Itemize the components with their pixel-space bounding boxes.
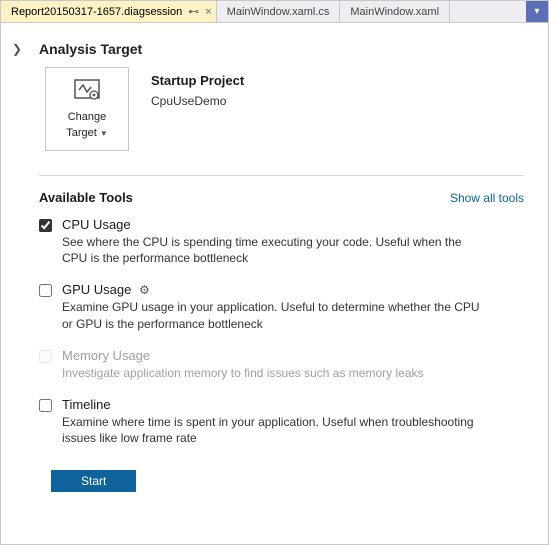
show-all-tools-link[interactable]: Show all tools: [450, 191, 524, 205]
gear-icon[interactable]: ⚙: [139, 283, 150, 297]
tool-item: GPU Usage ⚙ Examine GPU usage in your app…: [39, 282, 524, 331]
tool-item: Memory Usage Investigate application memo…: [39, 348, 524, 381]
tab-overflow-button[interactable]: ▾: [526, 1, 548, 22]
divider: [39, 175, 524, 176]
tool-desc: Investigate application memory to find i…: [62, 365, 424, 381]
change-target-button[interactable]: Change Target▼: [45, 67, 129, 151]
target-gear-icon: [74, 79, 100, 107]
startup-project-label: Startup Project: [151, 73, 244, 88]
content-pane: ❯ Analysis Target Change Target▼ Startup…: [1, 23, 548, 504]
start-button[interactable]: Start: [51, 470, 136, 492]
analysis-target-header: ❯ Analysis Target: [9, 41, 524, 57]
tool-desc: Examine GPU usage in your application. U…: [62, 299, 482, 331]
pin-icon[interactable]: ⊷: [188, 5, 199, 18]
tab-label: Report20150317-1657.diagsession: [11, 6, 182, 18]
tab-label: MainWindow.xaml.cs: [227, 6, 330, 18]
tool-item: Timeline Examine where time is spent in y…: [39, 397, 524, 446]
tool-name: Timeline: [62, 397, 482, 412]
tab-item-2[interactable]: MainWindow.xaml: [340, 1, 450, 22]
tab-bar: Report20150317-1657.diagsession ⊷ × Main…: [1, 1, 548, 23]
change-target-label2: Target▼: [66, 127, 108, 139]
tool-name: Memory Usage: [62, 348, 424, 363]
close-icon[interactable]: ×: [205, 6, 211, 18]
chevron-right-icon[interactable]: ❯: [9, 42, 25, 56]
target-info: Startup Project CpuUseDemo: [151, 67, 244, 151]
tool-checkbox[interactable]: [39, 284, 52, 297]
tab-item-1[interactable]: MainWindow.xaml.cs: [217, 1, 341, 22]
tool-checkbox[interactable]: [39, 399, 52, 412]
tool-name: GPU Usage ⚙: [62, 282, 482, 297]
tab-active[interactable]: Report20150317-1657.diagsession ⊷ ×: [1, 1, 217, 22]
tool-desc: See where the CPU is spending time execu…: [62, 234, 482, 266]
chevron-down-icon: ▼: [100, 129, 108, 138]
analysis-target-title: Analysis Target: [39, 41, 142, 57]
tool-checkbox[interactable]: [39, 219, 52, 232]
change-target-label1: Change: [68, 111, 107, 123]
available-tools-header: Available Tools Show all tools: [39, 190, 524, 205]
analysis-target-row: Change Target▼ Startup Project CpuUseDem…: [45, 67, 524, 151]
tab-label: MainWindow.xaml: [350, 6, 439, 18]
tool-checkbox: [39, 350, 52, 363]
available-tools-title: Available Tools: [39, 190, 133, 205]
startup-project-name: CpuUseDemo: [151, 94, 244, 108]
tool-name: CPU Usage: [62, 217, 482, 232]
tools-list: CPU Usage See where the CPU is spending t…: [9, 217, 524, 446]
tool-desc: Examine where time is spent in your appl…: [62, 414, 482, 446]
tool-item: CPU Usage See where the CPU is spending t…: [39, 217, 524, 266]
